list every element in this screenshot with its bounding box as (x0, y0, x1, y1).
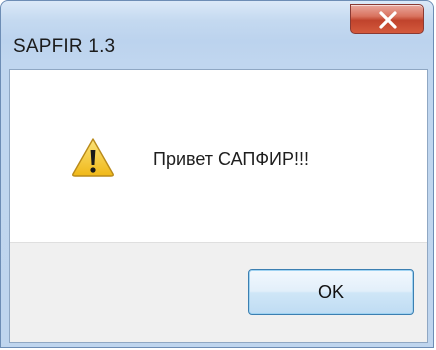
close-button[interactable] (350, 4, 424, 34)
window-title: SAPFIR 1.3 (13, 37, 115, 57)
button-bar: OK (10, 242, 427, 343)
title-bar[interactable]: SAPFIR 1.3 (1, 1, 433, 63)
message-area: Привет САПФИР!!! (10, 70, 427, 242)
ok-button[interactable]: OK (248, 269, 414, 315)
message-text: Привет САПФИР!!! (153, 149, 309, 169)
dialog-window: SAPFIR 1.3 Привет САПФИР!!! (0, 0, 434, 348)
dialog-client-area: Привет САПФИР!!! OK (9, 69, 428, 343)
close-icon (378, 11, 398, 29)
warning-icon (71, 137, 115, 177)
